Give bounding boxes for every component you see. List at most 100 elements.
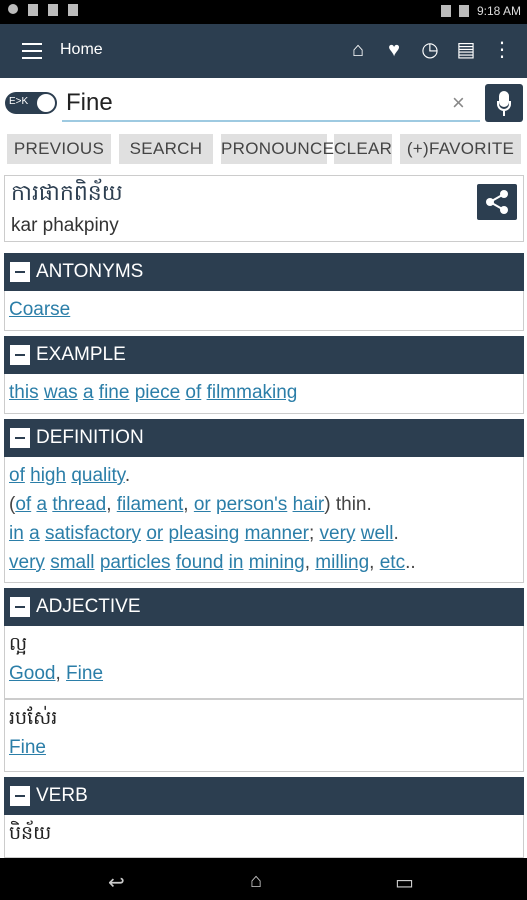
word-link[interactable]: well [361,523,394,544]
search-button[interactable]: SEARCH [119,134,213,164]
word-link[interactable]: quality [71,465,125,486]
menu-icon[interactable] [22,43,42,59]
usb-icon [28,4,38,16]
word-link[interactable]: piece [135,382,180,403]
share-icon [486,190,508,214]
word-link[interactable]: of [9,465,25,486]
word-link[interactable]: Coarse [9,299,70,320]
khmer-word: បិន័យ [9,822,52,844]
history-icon[interactable]: ◷ [419,39,441,61]
word-link[interactable]: Fine [66,663,103,684]
notification-icons [8,4,78,16]
result-card: ការផាកពិន័យ kar phakpiny [4,175,524,242]
verb-header[interactable]: VERB [4,777,524,815]
word-link[interactable]: filmmaking [207,382,298,403]
word-link[interactable]: mining [249,552,305,573]
language-toggle[interactable]: E>K [5,92,57,114]
more-vert-icon[interactable]: ⋮ [491,39,513,61]
collapse-icon[interactable] [10,345,30,365]
example-body: this was a fine piece of filmmaking [4,374,524,414]
word-link[interactable]: very [320,523,356,544]
definition-body: of high quality. (of a thread, filament,… [4,457,524,583]
word-link[interactable]: of [185,382,201,403]
example-header[interactable]: EXAMPLE [4,336,524,374]
action-buttons: PREVIOUS SEARCH PRONOUNCE CLEAR (+)FAVOR… [0,132,527,166]
word-link[interactable]: thread [52,494,106,515]
verb-title: VERB [36,785,88,806]
adjective-title: ADJECTIVE [36,596,141,617]
adjective-header[interactable]: ADJECTIVE [4,588,524,626]
back-icon[interactable]: ↩ [108,870,125,895]
collapse-icon[interactable] [10,597,30,617]
word-link[interactable]: very [9,552,45,573]
system-nav-bar: ↩ ⌂ ▭ [0,858,527,900]
word-link[interactable]: Fine [9,737,46,758]
clear-text-icon[interactable]: × [452,90,465,116]
heart-icon[interactable]: ♥ [383,39,405,61]
word-link[interactable]: person's [216,494,287,515]
word-link[interactable]: fine [99,382,130,403]
definition-line: (of a thread, filament, or person's hair… [9,494,372,515]
collapse-icon[interactable] [10,428,30,448]
favorite-button[interactable]: (+)FAVORITE [400,134,521,164]
word-link[interactable]: milling [315,552,369,573]
definition-line: of high quality. [9,461,519,490]
status-bar: 9:18 AM [0,0,527,24]
previous-button[interactable]: PREVIOUS [7,134,111,164]
word-link[interactable]: was [44,382,78,403]
word-link[interactable]: etc [380,552,405,573]
pronounce-button[interactable]: PRONOUNCE [221,134,334,164]
word-link[interactable]: hair [293,494,325,515]
image-icon [68,4,78,16]
word-link[interactable]: manner [245,523,309,544]
antonyms-header[interactable]: ANTONYMS [4,253,524,291]
word-link[interactable]: this [9,382,39,403]
definition-title: DEFINITION [36,427,144,448]
antonyms-body: Coarse [4,291,524,331]
definition-line: very small particles found in mining, mi… [9,552,416,573]
collapse-icon[interactable] [10,786,30,806]
word-link[interactable]: found [176,552,224,573]
app-bar: Home ⌂ ♥ ◷ ▤ ⋮ [0,24,527,78]
page-title: Home [60,41,103,58]
word-link[interactable]: a [29,523,40,544]
word-link[interactable]: satisfactory [45,523,141,544]
clock: 9:18 AM [477,4,521,18]
word-link[interactable]: of [15,494,31,515]
khmer-word: ល្អ [9,633,28,655]
word-link[interactable]: pleasing [169,523,240,544]
word-link[interactable]: a [36,494,47,515]
word-link[interactable]: small [50,552,94,573]
word-link[interactable]: in [9,523,24,544]
word-link[interactable]: filament [117,494,184,515]
punctuation: ) thin. [324,494,372,515]
antonyms-title: ANTONYMS [36,261,144,282]
clear-button[interactable]: CLEAR [334,134,392,164]
home-nav-icon[interactable]: ⌂ [250,870,262,893]
word-link[interactable]: in [229,552,244,573]
clock-ampm: AM [503,4,521,18]
collapse-icon[interactable] [10,262,30,282]
home-icon[interactable]: ⌂ [347,39,369,61]
word-link[interactable]: a [83,382,94,403]
word-link[interactable]: high [30,465,66,486]
clipboard-icon[interactable]: ▤ [455,39,477,61]
word-link[interactable]: or [146,523,163,544]
microphone-button[interactable] [485,84,523,122]
word-link[interactable]: or [194,494,211,515]
toolbar-icons: ⌂ ♥ ◷ ▤ ⋮ [347,39,513,61]
word-link[interactable]: Good [9,663,55,684]
definition-header[interactable]: DEFINITION [4,419,524,457]
share-button[interactable] [477,184,517,220]
khmer-word: របស់ែរ [9,707,58,729]
adjective-entry: ល្អ Good, Fine [4,626,524,699]
recents-icon[interactable]: ▭ [395,870,414,895]
battery-icon [458,5,469,17]
punctuation: .. [405,552,416,573]
clock-time: 9:18 [476,4,501,18]
search-input[interactable] [62,86,480,122]
language-toggle-label: E>K [9,96,29,107]
khmer-translation: ការផាកពិន័យ [11,181,123,206]
verb-entry: បិន័យ [4,815,524,858]
word-link[interactable]: particles [100,552,171,573]
